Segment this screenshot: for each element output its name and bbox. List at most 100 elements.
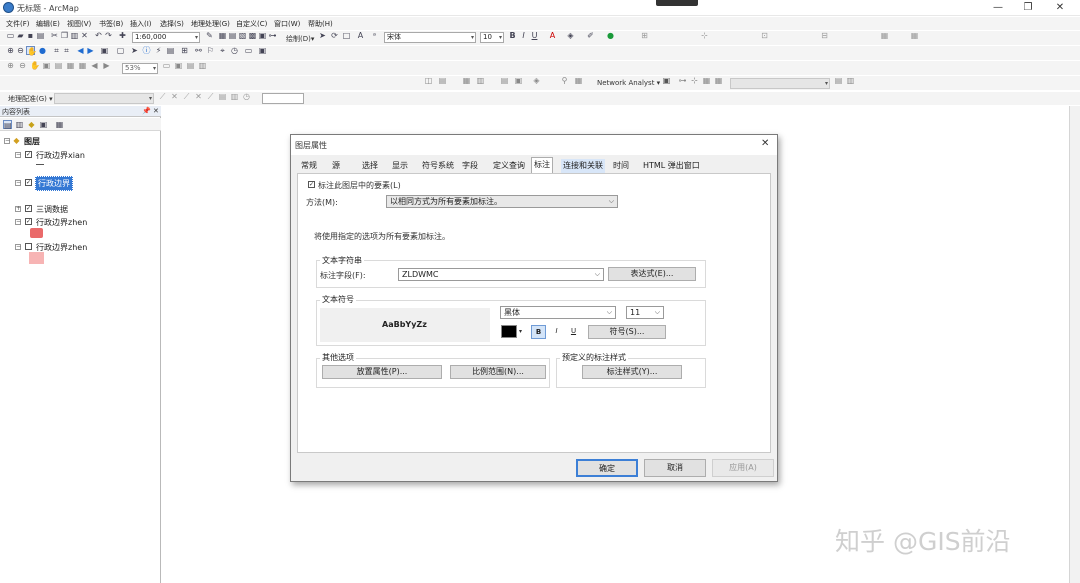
symbol-bold-button[interactable]: B (531, 325, 546, 339)
network-tool-2-icon[interactable]: ▤ (438, 76, 447, 85)
create-viewer-icon[interactable]: ▭ (244, 46, 253, 55)
na-window-icon[interactable]: ▣ (662, 76, 671, 85)
label-styles-button[interactable]: 标注样式(Y)... (582, 365, 682, 379)
forward-layout-icon[interactable]: ▶ (102, 61, 111, 70)
go-to-xy-icon[interactable]: ⌖ (218, 46, 227, 55)
menu-view[interactable]: 视图(V) (67, 19, 91, 29)
delete-icon[interactable]: ✕ (80, 31, 89, 40)
back-layout-icon[interactable]: ◀ (90, 61, 99, 70)
georeferencing-menu[interactable]: 地理配准(G) ▾ (8, 94, 53, 104)
toc-options-icon[interactable]: ▦ (55, 120, 64, 129)
select-features-icon[interactable]: ▣ (100, 46, 109, 55)
zoom-whole-page-icon[interactable]: ▣ (42, 61, 51, 70)
menu-insert[interactable]: 插入(I) (130, 19, 152, 29)
symbol-underline-button[interactable]: U (566, 325, 581, 339)
line-color-icon[interactable]: ✐ (586, 31, 595, 40)
pan-icon[interactable]: ✋ (26, 46, 37, 56)
close-window-button[interactable]: ✕ (1045, 1, 1075, 14)
georef-layer-combo[interactable]: ▾ (54, 93, 154, 104)
menu-file[interactable]: 文件(F) (6, 19, 30, 29)
maximize-button[interactable]: ❐ (1013, 1, 1043, 14)
symbol-italic-button[interactable]: I (549, 325, 564, 339)
menu-selection[interactable]: 选择(S) (160, 19, 184, 29)
tab-html-popup[interactable]: HTML 弹出窗口 (641, 159, 702, 173)
python-icon[interactable]: ▣ (258, 31, 267, 40)
select-elements-tool-icon[interactable]: ➤ (130, 46, 139, 55)
na-layer-combo[interactable]: ▾ (730, 78, 830, 89)
hyperlink-icon[interactable]: ⚡ (154, 46, 163, 55)
apply-button-disabled[interactable]: 应用(A) (712, 459, 774, 477)
cut-icon[interactable]: ✂ (50, 31, 59, 40)
tab-source[interactable]: 源 (330, 159, 342, 173)
effects-icon[interactable]: ▦ (880, 31, 889, 40)
open-folder-icon[interactable]: ▰ (16, 31, 25, 40)
georef-tool-7-icon[interactable]: ▥ (230, 92, 239, 101)
find-icon[interactable]: ⚯ (194, 46, 203, 55)
snapping-icon[interactable]: ⊞ (640, 31, 649, 40)
paste-icon[interactable]: ▥ (70, 31, 79, 40)
measure-icon[interactable]: ⊞ (180, 46, 189, 55)
label-field-dropdown[interactable]: ZLDWMC ⌵ (398, 268, 604, 281)
topology-icon[interactable]: ⊹ (700, 31, 709, 40)
draw-menu[interactable]: 绘制(D)▾ (286, 34, 314, 44)
network-tool-7-icon[interactable]: ◈ (532, 76, 541, 85)
html-popup-icon[interactable]: ▤ (166, 46, 175, 55)
method-dropdown[interactable]: 以相同方式为所有要素加标注。 ⌵ (386, 195, 618, 208)
tab-fields[interactable]: 字段 (460, 159, 480, 173)
font-color-icon[interactable]: A (548, 31, 557, 40)
layer-5-visibility-checkbox[interactable] (25, 243, 32, 250)
expand-layer-3-icon[interactable]: + (15, 206, 21, 212)
new-document-icon[interactable]: ▭ (6, 31, 15, 40)
layout-view-icon[interactable]: ▣ (258, 46, 267, 55)
toc-root-layers[interactable]: 图层 (24, 136, 40, 147)
layer-2-visibility-checkbox[interactable]: ✓ (25, 179, 32, 186)
rectangle-icon[interactable]: □ (342, 31, 351, 40)
georef-tools-icon[interactable]: ⊡ (760, 31, 769, 40)
map-vertical-scrollbar[interactable] (1069, 106, 1080, 583)
layer-4-visibility-checkbox[interactable]: ✓ (25, 218, 32, 225)
save-icon[interactable]: ▪ (26, 31, 35, 40)
na-tool-4-icon[interactable]: ▦ (714, 76, 723, 85)
undo-icon[interactable]: ↶ (94, 31, 103, 40)
georef-tool-6-icon[interactable]: ▤ (218, 92, 227, 101)
georef-tool-1-icon[interactable]: ⟋ (158, 92, 167, 101)
georef-tool-4-icon[interactable]: ✕ (194, 92, 203, 101)
georef-tool-3-icon[interactable]: ⟋ (182, 92, 191, 101)
time-slider-icon[interactable]: ◷ (230, 46, 239, 55)
network-tool-4-icon[interactable]: ▥ (476, 76, 485, 85)
tab-joins-relates[interactable]: 连接和关联 (561, 159, 605, 173)
italic-button[interactable]: I (519, 31, 528, 40)
map-scale-combo[interactable]: 1:60,000 ▾ (132, 32, 200, 43)
change-layout-icon[interactable]: ▤ (186, 61, 195, 70)
zoom-100-icon[interactable]: ▤ (54, 61, 63, 70)
identify-icon[interactable]: ⓘ (142, 46, 151, 55)
ok-button[interactable]: 确定 (576, 459, 638, 477)
dialog-close-button[interactable]: ✕ (761, 138, 769, 149)
expand-layer-1-icon[interactable]: − (15, 152, 21, 158)
editor-icon[interactable]: ✎ (205, 31, 214, 40)
georef-tool-2-icon[interactable]: ✕ (170, 92, 179, 101)
model-builder-icon[interactable]: ⊶ (268, 31, 277, 40)
expand-root-icon[interactable]: − (4, 138, 10, 144)
menu-geoprocessing[interactable]: 地理处理(G) (191, 19, 230, 29)
copy-icon[interactable]: ❐ (60, 31, 69, 40)
arctoolbox-icon[interactable]: ▩ (248, 31, 257, 40)
tab-labels-active[interactable]: 标注 (531, 157, 553, 174)
tab-general[interactable]: 常规 (299, 159, 319, 173)
font-color-dropdown-icon[interactable]: ▾ (519, 328, 522, 335)
label-features-label[interactable]: 标注此图层中的要素(L) (318, 180, 401, 191)
fixed-zoom-in-layout-icon[interactable]: ▦ (66, 61, 75, 70)
na-tool-2-icon[interactable]: ⊹ (690, 76, 699, 85)
layer-3-name[interactable]: 三调数据 (36, 204, 68, 215)
layer-1-name[interactable]: 行政边界xian (36, 150, 85, 161)
na-tool-3-icon[interactable]: ▦ (702, 76, 711, 85)
layer-3-visibility-checkbox[interactable]: ✓ (25, 205, 32, 212)
tab-symbology[interactable]: 符号系统 (420, 159, 456, 173)
layer-2-name-selected[interactable]: 行政边界 (35, 176, 73, 191)
dialog-title-bar[interactable]: 图层属性 ✕ (291, 135, 777, 155)
underline-button[interactable]: U (530, 31, 539, 40)
layout-zoom-combo[interactable]: 53% ▾ (122, 63, 158, 74)
placement-properties-button[interactable]: 放置属性(P)... (322, 365, 442, 379)
menu-customize[interactable]: 自定义(C) (236, 19, 267, 29)
label-features-checkbox[interactable]: ✓ (308, 181, 315, 188)
